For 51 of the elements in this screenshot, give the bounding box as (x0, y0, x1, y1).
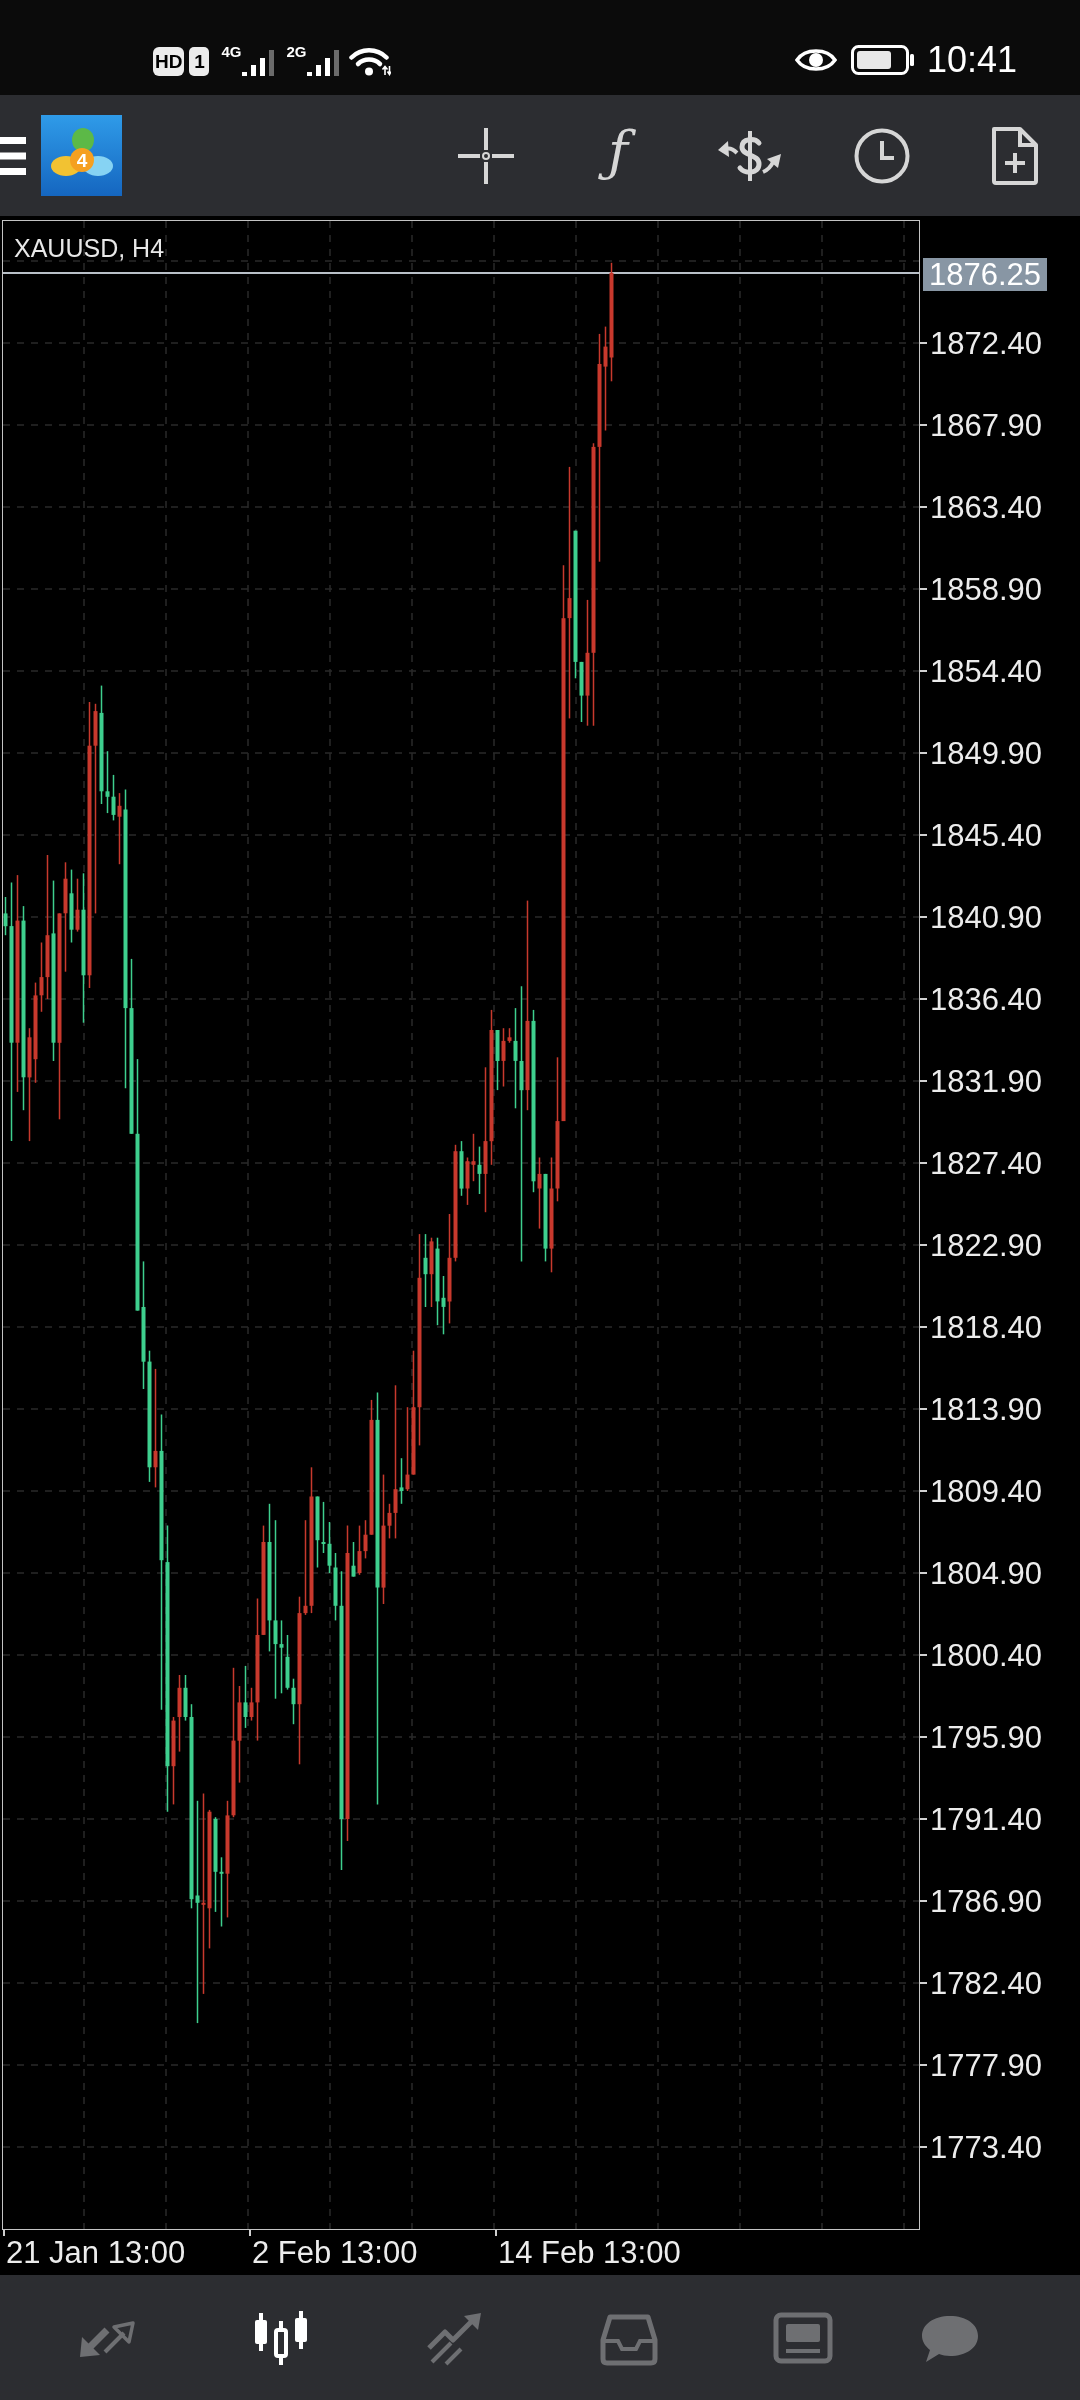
price-axis-label: 1831.90 (930, 1065, 1043, 1097)
price-axis-label: 1845.40 (930, 819, 1043, 851)
price-axis-label: 1854.40 (930, 655, 1043, 687)
rising-candlestick (429, 1236, 434, 1308)
falling-candlestick (399, 1457, 404, 1505)
falling-candlestick (351, 1541, 356, 1578)
price-axis-label: 1840.90 (930, 901, 1043, 933)
price-axis-label: 1777.90 (930, 2049, 1043, 2081)
time-axis-label: 21 Jan 13:00 (6, 2237, 186, 2268)
price-axis-label: 1809.40 (930, 1475, 1043, 1507)
price-axis-label: 1773.40 (930, 2131, 1043, 2163)
rising-candlestick (75, 877, 80, 933)
current-price-label: 1876.25 (923, 258, 1048, 291)
status-time: 10:41 (926, 41, 1017, 78)
price-axis-label: 1800.40 (930, 1639, 1043, 1671)
price-axis-label: 1813.90 (930, 1393, 1043, 1425)
price-axis-label: 1863.40 (930, 491, 1043, 523)
price-axis-label: 1836.40 (930, 983, 1043, 1015)
price-axis-label: 1795.90 (930, 1721, 1043, 1753)
time-axis-label: 14 Feb 13:00 (498, 2237, 681, 2268)
price-axis-label: 1782.40 (930, 1967, 1043, 1999)
price-axis-label: 1849.90 (930, 737, 1043, 769)
falling-candlestick (495, 1029, 500, 1091)
price-axis-label: 1822.90 (930, 1229, 1043, 1261)
menu-icon[interactable] (0, 136, 26, 175)
price-axis-label: 1786.90 (930, 1885, 1043, 1917)
sim-indicator: 1 (189, 46, 210, 76)
price-axis-label: 1867.90 (930, 409, 1043, 441)
function-button[interactable]: ƒ (600, 119, 636, 192)
falling-candlestick (459, 1140, 464, 1197)
wifi-icon (349, 45, 392, 76)
price-axis-label: 1818.40 (930, 1311, 1043, 1343)
crosshair-icon[interactable] (458, 127, 514, 184)
signal-icon (242, 49, 275, 76)
hd-indicator: HD (153, 46, 185, 76)
falling-candlestick (477, 1145, 482, 1195)
price-axis-label: 1804.90 (930, 1557, 1043, 1589)
clock-icon[interactable] (854, 127, 910, 184)
app-logo: 4 (41, 115, 122, 196)
add-document-icon[interactable] (990, 126, 1038, 185)
signal-icon (307, 49, 340, 76)
network-type-label: 2G (286, 43, 307, 59)
chart-symbol-title: XAUUSD, H4 (14, 236, 165, 261)
falling-candlestick (243, 1665, 248, 1729)
battery-icon (850, 44, 915, 75)
price-axis-label: 1872.40 (930, 327, 1043, 359)
price-axis-label: 1827.40 (930, 1147, 1043, 1179)
price-axis-label: 1858.90 (930, 573, 1043, 605)
price-axis-label: 1791.40 (930, 1803, 1043, 1835)
time-axis-label: 2 Feb 13:00 (252, 2237, 418, 2268)
network-type-label: 4G (221, 43, 242, 59)
